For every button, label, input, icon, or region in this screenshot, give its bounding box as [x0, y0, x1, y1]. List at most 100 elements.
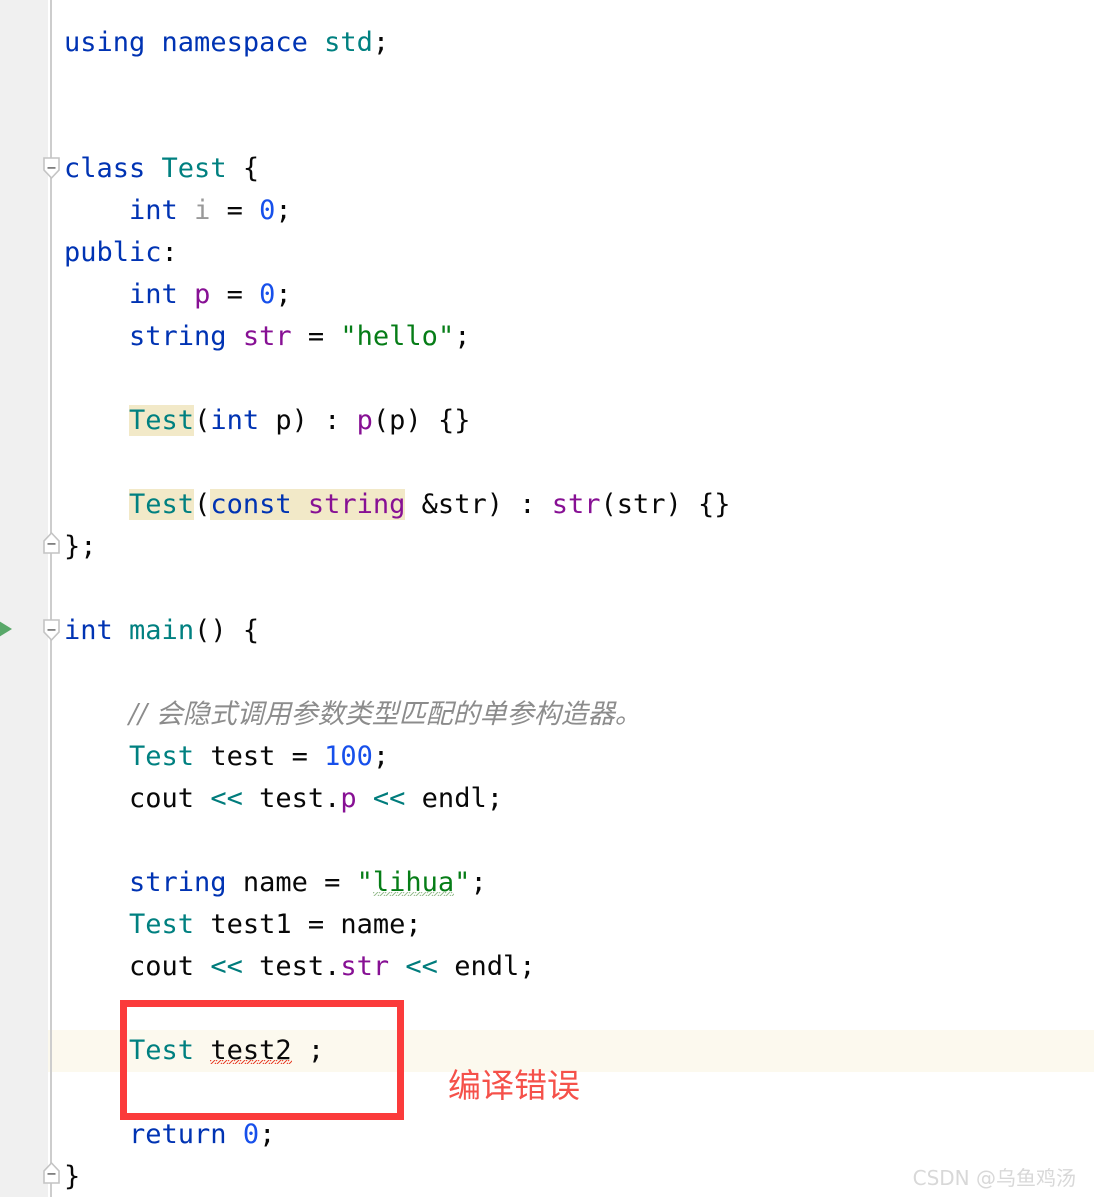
code-token: }: [64, 1161, 81, 1192]
code-editor[interactable]: using namespace std; class Test { int i =…: [0, 0, 1094, 1197]
code-token: str: [242, 321, 292, 352]
code-line[interactable]: }: [64, 1156, 80, 1197]
code-token: Test: [161, 153, 227, 184]
code-token: [291, 489, 308, 520]
code-line[interactable]: Test(int p) : p(p) {}: [64, 400, 470, 442]
code-token: std: [324, 27, 373, 58]
compile-error-label: 编译错误: [448, 1066, 580, 1105]
code-token: :: [161, 237, 178, 268]
code-token: using: [64, 27, 146, 58]
code-token: };: [64, 531, 97, 562]
code-token: int: [129, 195, 178, 226]
code-token: (: [194, 405, 211, 436]
code-token: i: [194, 195, 211, 226]
code-token: lihua: [372, 867, 455, 898]
code-token: test =: [194, 741, 325, 772]
code-line[interactable]: public:: [64, 232, 178, 274]
code-token: ;: [275, 279, 292, 310]
code-line[interactable]: // 会隐式调用参数类型匹配的单参构造器。: [64, 694, 642, 736]
code-token: Test: [129, 741, 195, 772]
code-token: ;: [372, 27, 390, 58]
code-token: string: [129, 867, 227, 898]
code-token: Test: [129, 909, 195, 940]
code-line[interactable]: int i = 0;: [64, 190, 292, 232]
code-token: name =: [226, 867, 357, 898]
code-token: str: [551, 489, 601, 520]
code-line[interactable]: Test(const string &str) : str(str) {}: [64, 484, 731, 526]
code-line[interactable]: int p = 0;: [64, 274, 292, 316]
code-line[interactable]: Test test = 100;: [64, 736, 389, 778]
code-line[interactable]: return 0;: [64, 1114, 275, 1156]
code-token: public: [64, 237, 162, 268]
code-token: ;: [454, 321, 471, 352]
code-token: string: [129, 321, 227, 352]
code-token: test.: [242, 783, 341, 814]
code-token: namespace: [161, 27, 308, 58]
code-line[interactable]: cout << test.p << endl;: [64, 778, 503, 820]
code-token: 0: [259, 195, 276, 226]
code-token: endl;: [437, 951, 536, 982]
code-token: string: [307, 489, 406, 520]
code-token: Test: [129, 1035, 195, 1066]
code-line[interactable]: using namespace std;: [64, 22, 389, 64]
code-line[interactable]: int main() {: [64, 610, 259, 652]
code-token: int: [64, 615, 113, 646]
code-token: Test: [129, 489, 195, 520]
code-token: ": [454, 867, 471, 898]
code-token: <<: [210, 783, 243, 814]
code-token: =: [210, 195, 260, 226]
code-line[interactable]: class Test {: [64, 148, 259, 190]
code-token: ;: [259, 1119, 276, 1150]
code-token: test.: [242, 951, 341, 982]
code-line[interactable]: cout << test.str << endl;: [64, 946, 535, 988]
code-token: // 会隐式调用参数类型匹配的单参构造器。: [129, 699, 642, 730]
code-token: () {: [194, 615, 260, 646]
code-token: (str) {}: [600, 489, 731, 520]
code-line[interactable]: };: [64, 526, 97, 568]
code-token: Test: [129, 405, 195, 436]
code-token: <<: [372, 783, 406, 814]
code-token: const: [210, 489, 292, 520]
code-token: &str) :: [405, 489, 552, 520]
code-token: <<: [210, 951, 243, 982]
code-token: 0: [242, 1119, 260, 1150]
code-token: class: [64, 153, 146, 184]
code-line[interactable]: Test test1 = name;: [64, 904, 422, 946]
code-token: cout: [64, 951, 211, 982]
csdn-watermark: CSDN @乌鱼鸡汤: [912, 1166, 1076, 1190]
code-line[interactable]: Test test2 ;: [64, 1030, 324, 1072]
code-text-layer[interactable]: using namespace std; class Test { int i =…: [0, 0, 1094, 1197]
code-token: int: [210, 405, 260, 436]
code-line[interactable]: string str = "hello";: [64, 316, 470, 358]
code-token: =: [210, 279, 260, 310]
code-token: int: [129, 279, 178, 310]
code-line[interactable]: string name = "lihua";: [64, 862, 487, 904]
code-token: return: [129, 1119, 227, 1150]
code-token: test2: [210, 1035, 292, 1066]
code-token: main: [129, 615, 195, 646]
code-token: p: [194, 279, 211, 310]
code-token: cout: [64, 783, 211, 814]
code-token: ": [356, 867, 373, 898]
code-token: "hello": [340, 321, 455, 352]
code-token: ;: [470, 867, 487, 898]
code-token: ;: [275, 195, 292, 226]
